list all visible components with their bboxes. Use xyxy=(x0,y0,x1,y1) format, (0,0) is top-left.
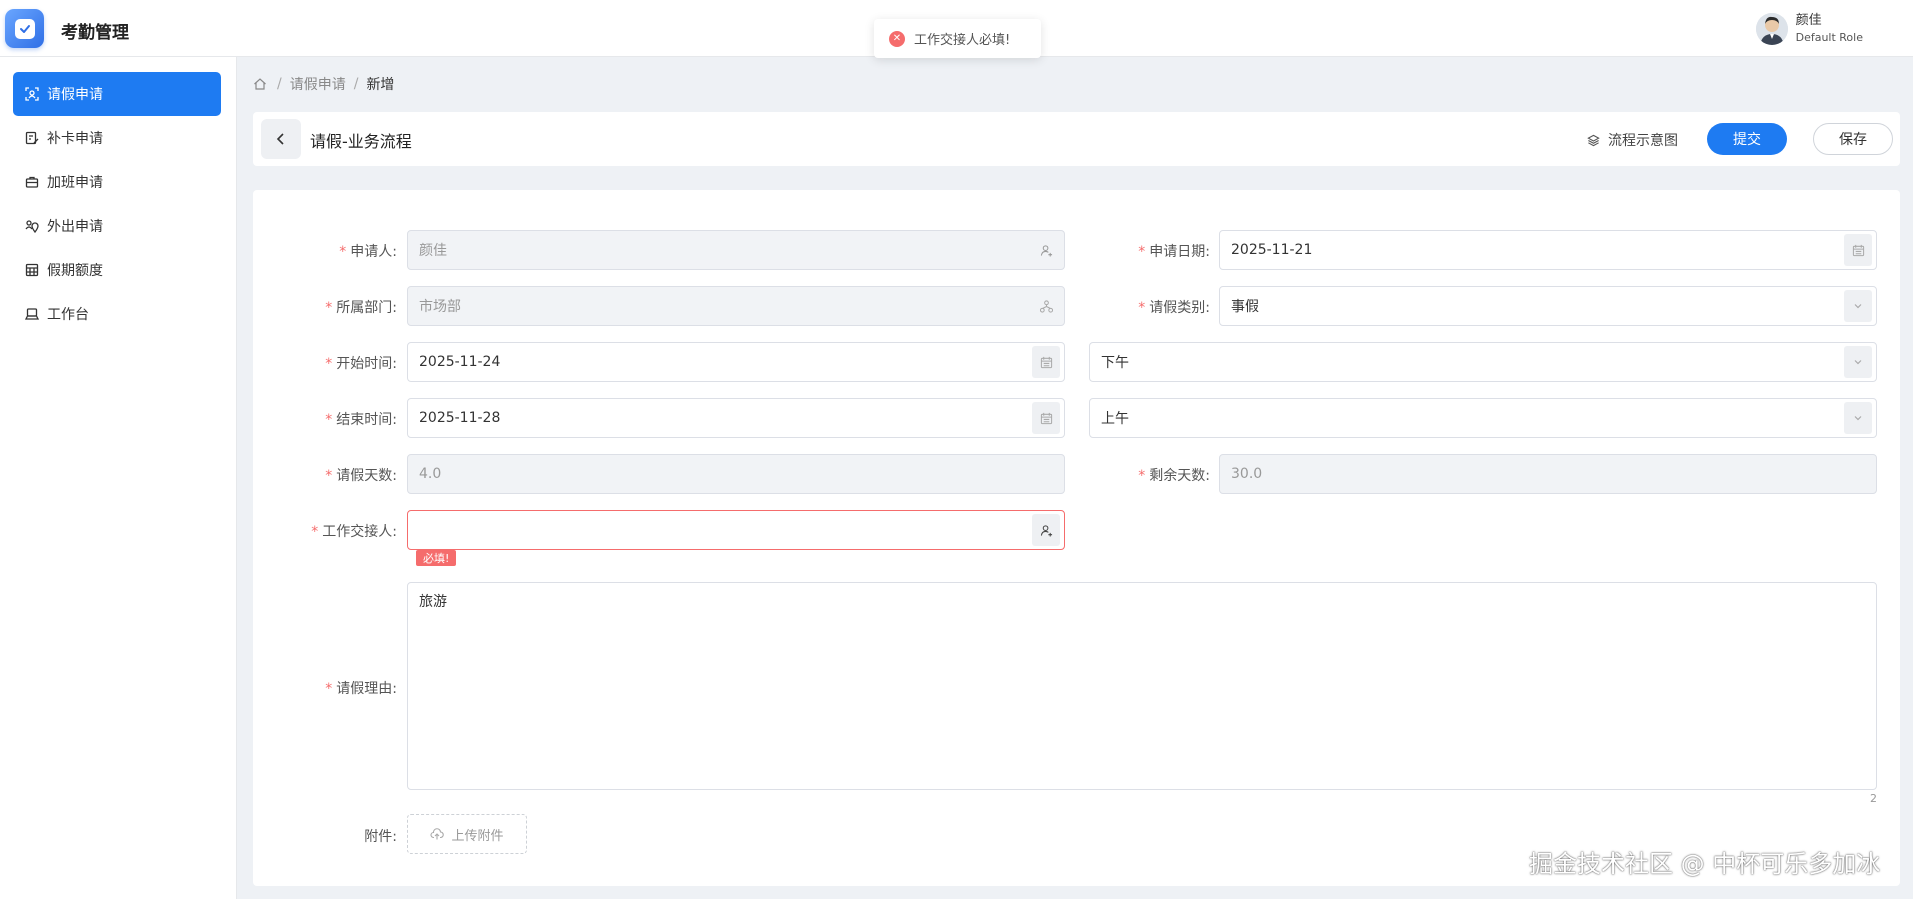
leave-days-label: * 请假天数: xyxy=(325,468,397,484)
breadcrumb-separator: / xyxy=(277,76,282,92)
flow-diagram-label: 流程示意图 xyxy=(1608,133,1678,149)
calendar-icon[interactable] xyxy=(1844,234,1872,266)
sidebar-item-workbench[interactable]: 工作台 xyxy=(13,292,221,336)
calculator-icon xyxy=(25,263,39,277)
start-period-select[interactable]: 下午 xyxy=(1089,342,1877,382)
card-edit-icon xyxy=(25,131,39,145)
chevron-down-icon[interactable] xyxy=(1844,346,1872,378)
end-period-value: 上午 xyxy=(1101,411,1129,427)
department-value: 市场部 xyxy=(419,299,461,315)
breadcrumb-link-leave[interactable]: 请假申请 xyxy=(290,74,346,94)
applicant-label: * 申请人: xyxy=(339,244,397,260)
end-date-value: 2025-11-28 xyxy=(419,410,501,426)
user-name: 颜佳 xyxy=(1795,13,1822,28)
calendar-icon[interactable] xyxy=(1032,402,1060,434)
applicant-value: 颜佳 xyxy=(419,243,447,259)
people-location-icon xyxy=(25,219,39,233)
end-time-label: * 结束时间: xyxy=(325,412,397,428)
cloud-upload-icon xyxy=(430,827,445,841)
end-date-input[interactable]: 2025-11-28 xyxy=(407,398,1065,438)
sidebar-item-label: 请假申请 xyxy=(47,87,103,103)
reason-textarea[interactable]: 旅游 xyxy=(407,582,1877,790)
leave-days-input: 4.0 xyxy=(407,454,1065,494)
apply-date-value: 2025-11-21 xyxy=(1231,242,1313,258)
attachment-label: 附件: xyxy=(364,829,397,845)
leave-type-value: 事假 xyxy=(1231,299,1259,315)
save-button[interactable]: 保存 xyxy=(1813,123,1893,155)
app-logo[interactable] xyxy=(5,9,44,48)
avatar[interactable] xyxy=(1755,13,1788,45)
sidebar-item-label: 补卡申请 xyxy=(47,131,103,147)
title-bar: 请假-业务流程 流程示意图 提交 保存 xyxy=(253,112,1900,166)
sidebar-item-outing-request[interactable]: 外出申请 xyxy=(13,204,221,248)
sidebar-item-leave-request[interactable]: 请假申请 xyxy=(13,72,221,116)
remaining-days-input: 30.0 xyxy=(1219,454,1877,494)
calendar-icon[interactable] xyxy=(1032,346,1060,378)
sidebar-item-overtime-request[interactable]: 加班申请 xyxy=(13,160,221,204)
flow-diagram-link[interactable]: 流程示意图 xyxy=(1587,130,1678,150)
briefcase-icon xyxy=(25,175,39,189)
sidebar: 请假申请 补卡申请 加班申请 外出申请 假期额度 工作台 xyxy=(0,57,237,899)
sidebar-item-card-request[interactable]: 补卡申请 xyxy=(13,116,221,160)
handover-input[interactable] xyxy=(407,510,1065,550)
chevron-down-icon[interactable] xyxy=(1844,290,1872,322)
back-button[interactable] xyxy=(261,119,301,159)
end-period-select[interactable]: 上午 xyxy=(1089,398,1877,438)
layers-icon xyxy=(1587,134,1600,147)
sidebar-item-label: 加班申请 xyxy=(47,175,103,191)
reason-char-counter: 2 xyxy=(1870,792,1877,805)
checkbox-icon xyxy=(14,18,35,39)
leave-type-label: * 请假类别: xyxy=(1138,300,1210,316)
reason-label: * 请假理由: xyxy=(325,681,397,697)
sidebar-item-label: 假期额度 xyxy=(47,263,103,279)
error-circle-icon: ✕ xyxy=(889,30,905,47)
submit-button[interactable]: 提交 xyxy=(1707,123,1787,155)
app-title: 考勤管理 xyxy=(61,23,129,43)
user-scan-icon xyxy=(25,87,39,101)
error-toast: ✕ 工作交接人必填! xyxy=(874,19,1041,58)
start-date-value: 2025-11-24 xyxy=(419,354,501,370)
page-title: 请假-业务流程 xyxy=(310,132,412,151)
watermark: 掘金技术社区 @ 中杯可乐多加冰 xyxy=(1529,850,1881,878)
sidebar-item-label: 工作台 xyxy=(47,307,89,323)
breadcrumb: / 请假申请 / 新增 xyxy=(253,74,394,94)
upload-label: 上传附件 xyxy=(451,828,504,844)
department-input: 市场部 xyxy=(407,286,1065,326)
start-time-label: * 开始时间: xyxy=(325,356,397,372)
leave-days-value: 4.0 xyxy=(419,466,442,482)
upload-attachment-button[interactable]: 上传附件 xyxy=(407,814,527,854)
applicant-input: 颜佳 xyxy=(407,230,1065,270)
chevron-down-icon[interactable] xyxy=(1844,402,1872,434)
remaining-days-label: * 剩余天数: xyxy=(1138,468,1210,484)
user-profile[interactable]: 颜佳 Default Role xyxy=(1755,12,1863,46)
start-period-value: 下午 xyxy=(1101,355,1129,371)
handover-label: * 工作交接人: xyxy=(311,524,397,540)
user-add-icon[interactable] xyxy=(1032,514,1060,546)
handover-error-tag: 必填! xyxy=(416,550,457,566)
laptop-icon xyxy=(25,307,39,321)
user-role: Default Role xyxy=(1795,31,1863,44)
chevron-left-icon xyxy=(276,133,284,145)
start-date-input[interactable]: 2025-11-24 xyxy=(407,342,1065,382)
home-icon[interactable] xyxy=(253,77,267,91)
org-tree-icon xyxy=(1032,290,1060,322)
breadcrumb-current: 新增 xyxy=(366,77,395,93)
sidebar-item-holiday-quota[interactable]: 假期额度 xyxy=(13,248,221,292)
leave-type-select[interactable]: 事假 xyxy=(1219,286,1877,326)
sidebar-item-label: 外出申请 xyxy=(47,219,103,235)
remaining-days-value: 30.0 xyxy=(1231,466,1263,482)
department-label: * 所属部门: xyxy=(325,300,397,316)
user-icon xyxy=(1032,234,1060,266)
apply-date-label: * 申请日期: xyxy=(1138,244,1210,260)
apply-date-input[interactable]: 2025-11-21 xyxy=(1219,230,1877,270)
breadcrumb-separator: / xyxy=(353,76,359,92)
toast-message: 工作交接人必填! xyxy=(914,33,1011,48)
